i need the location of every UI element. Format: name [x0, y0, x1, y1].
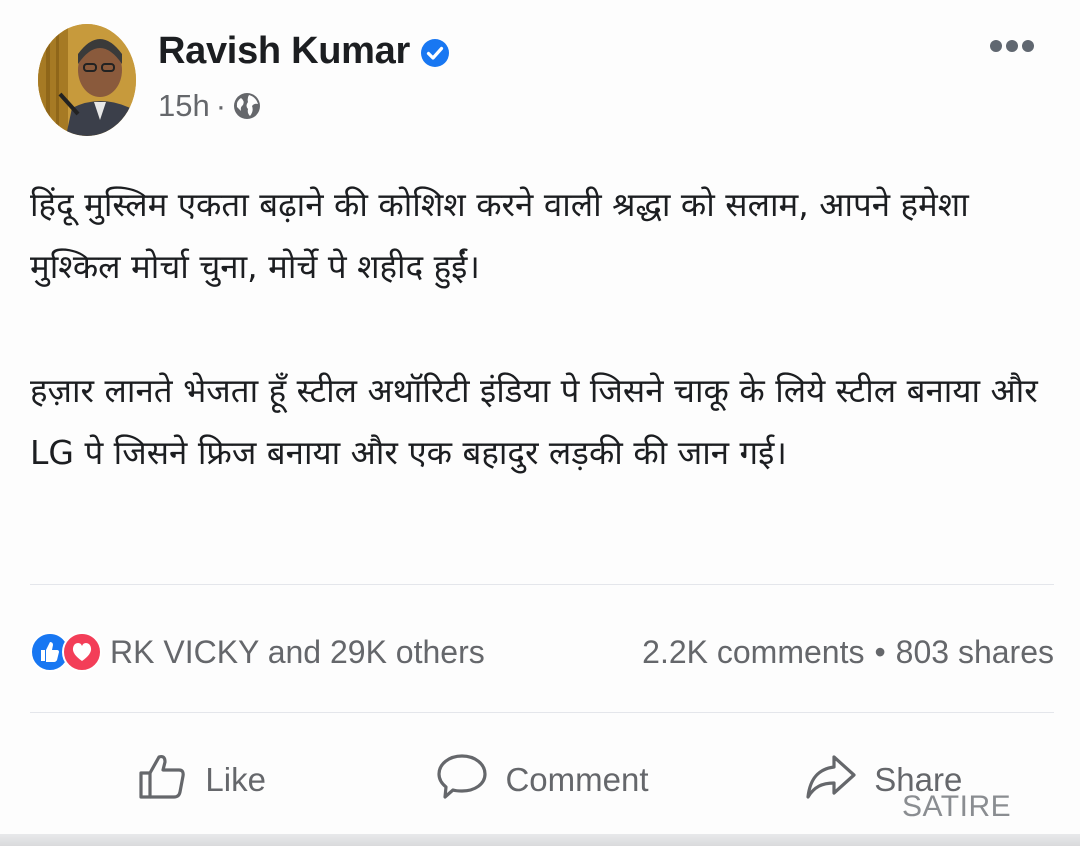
stats-dot: •: [874, 633, 886, 670]
like-label: Like: [205, 761, 266, 798]
stats-right: 2.2K comments • 803 shares: [642, 634, 1054, 671]
love-reaction-icon: [62, 632, 102, 672]
comments-count[interactable]: 2.2K comments: [642, 634, 864, 671]
facebook-post: Ravish Kumar 15h · हिंदू मुस्लिम एकता बढ: [0, 0, 1080, 846]
speech-bubble-icon: [435, 749, 489, 811]
shares-count[interactable]: 803 shares: [896, 634, 1054, 671]
verified-badge-icon: [420, 38, 450, 68]
action-bar: Like Comment Share: [30, 740, 1054, 820]
post-paragraph-2: हज़ार लानते भेजता हूँ स्टील अथॉरिटी इंडि…: [30, 371, 1038, 472]
more-dots-icon[interactable]: [988, 38, 1036, 54]
meta-separator: ·: [215, 88, 227, 123]
globe-icon: [232, 91, 262, 121]
author-name[interactable]: Ravish Kumar: [158, 30, 410, 73]
comment-button[interactable]: Comment: [371, 740, 712, 820]
reaction-icons[interactable]: [30, 632, 102, 672]
avatar[interactable]: [38, 24, 136, 136]
post-paragraph-1: हिंदू मुस्लिम एकता बढ़ाने की कोशिश करने …: [30, 185, 969, 286]
like-button[interactable]: Like: [30, 740, 371, 820]
post-time[interactable]: 15h: [158, 88, 210, 124]
author-row: Ravish Kumar: [158, 30, 450, 73]
comment-label: Comment: [505, 761, 649, 798]
engagement-stats: RK VICKY and 29K others 2.2K comments • …: [30, 628, 1054, 676]
post-meta: 15h ·: [158, 88, 262, 124]
reactions-summary[interactable]: RK VICKY and 29K others: [110, 634, 485, 671]
divider: [30, 584, 1054, 585]
divider: [30, 712, 1054, 713]
share-arrow-icon: [804, 749, 858, 811]
thumbs-up-icon: [135, 749, 189, 811]
satire-watermark: SATIRE: [902, 790, 1012, 823]
profile-photo: [38, 24, 136, 136]
post-body: हिंदू मुस्लिम एकता बढ़ाने की कोशिश करने …: [30, 174, 1060, 484]
bottom-bar: [0, 834, 1080, 846]
